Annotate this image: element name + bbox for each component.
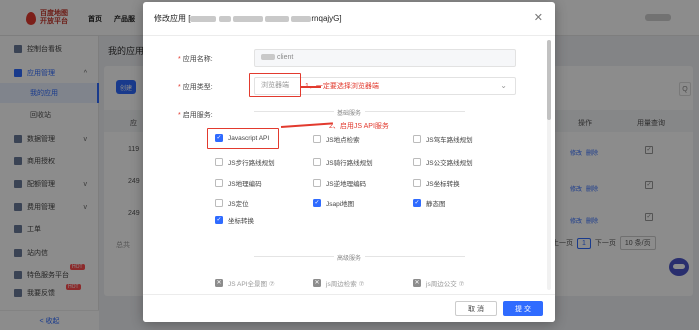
checkbox-icon <box>215 199 223 207</box>
checkbox-icon <box>313 158 321 166</box>
dialog-scrollbar[interactable] <box>547 40 551 290</box>
section-advanced-title: 高级服务 <box>336 256 361 262</box>
close-icon[interactable]: ✕ <box>534 11 543 24</box>
checkbox-disabled-icon: ✕ <box>215 279 223 287</box>
checkbox-checked-icon: ✓ <box>215 216 223 224</box>
service-checkbox[interactable]: JS地理编码 <box>215 178 262 188</box>
service-checkbox[interactable]: ✕ js周边检索 ⑦ <box>313 278 364 288</box>
app-name-label: * 应用名称: <box>178 56 213 63</box>
submit-button[interactable]: 提 交 <box>503 301 543 316</box>
service-checkbox[interactable]: JS坐标转换 <box>413 178 460 188</box>
service-checkbox[interactable]: ✓ Jsapi地图 <box>313 198 354 208</box>
annotation-box <box>249 73 301 97</box>
service-checkbox[interactable]: ✓ 坐标转换 <box>215 215 254 225</box>
dialog-footer: 取 消 提 交 <box>143 294 555 322</box>
service-checkbox[interactable]: JS骑行路线规划 <box>313 157 373 167</box>
checkbox-checked-icon: ✓ <box>215 134 223 142</box>
divider <box>365 256 465 257</box>
edit-app-dialog: 修改应用 [ rnqajyG] ✕ * 应用名称: client * 应用类型: 浏… <box>143 2 555 322</box>
service-checkbox[interactable]: JS逆地理编码 <box>313 178 366 188</box>
annotation-note: 2、启用JS API服务 <box>329 123 389 130</box>
dialog-header: 修改应用 [ rnqajyG] ✕ <box>143 2 555 36</box>
checkbox-icon <box>413 179 421 187</box>
annotation-note: 1、一定要选择浏览器端 <box>305 83 379 90</box>
app-type-label: * 应用类型: <box>178 84 213 91</box>
cancel-button[interactable]: 取 消 <box>455 301 497 316</box>
checkbox-disabled-icon: ✕ <box>413 279 421 287</box>
checkbox-checked-icon: ✓ <box>413 199 421 207</box>
checkbox-icon <box>413 158 421 166</box>
annotation-arrow <box>280 122 333 128</box>
divider <box>365 111 465 112</box>
service-checkbox[interactable]: JS步行路线规划 <box>215 157 275 167</box>
chevron-down-icon: ⌄ <box>500 81 507 90</box>
service-checkbox[interactable]: ✓ 静态图 <box>413 198 446 208</box>
service-checkbox[interactable]: ✓ Javascript API <box>215 134 269 142</box>
service-checkbox[interactable]: JS公交路线规划 <box>413 157 473 167</box>
checkbox-icon <box>313 135 321 143</box>
service-checkbox[interactable]: ✕ JS API全景图 ⑦ <box>215 278 275 288</box>
checkbox-icon <box>313 179 321 187</box>
service-checkbox[interactable]: JS定位 <box>215 198 249 208</box>
checkbox-icon <box>215 158 223 166</box>
checkbox-icon <box>215 179 223 187</box>
checkbox-icon <box>413 135 421 143</box>
checkbox-disabled-icon: ✕ <box>313 279 321 287</box>
service-checkbox[interactable]: JS地点检索 <box>313 134 360 144</box>
dialog-title: 修改应用 [ rnqajyG] <box>154 14 342 23</box>
scrollbar-thumb[interactable] <box>547 40 551 120</box>
service-checkbox[interactable]: ✕ js周边公交 ⑦ <box>413 278 464 288</box>
app-name-field[interactable]: client <box>254 49 516 67</box>
checkbox-checked-icon: ✓ <box>313 199 321 207</box>
section-basic-title: 基础服务 <box>336 111 361 117</box>
service-checkbox[interactable]: JS驾车路线规划 <box>413 134 473 144</box>
